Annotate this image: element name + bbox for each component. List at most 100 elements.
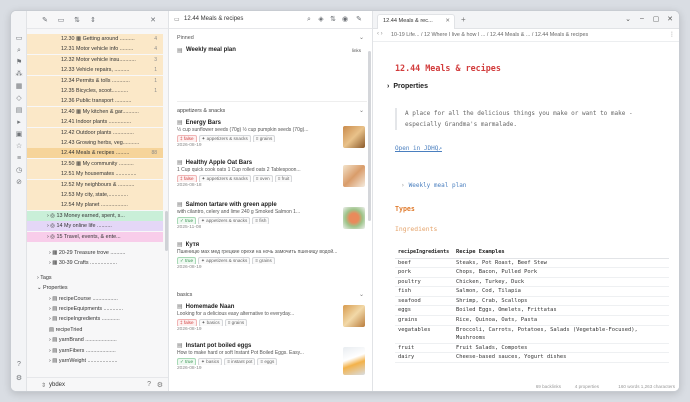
sidebar-tree-item[interactable]: 12.44 Meals & recipes ......... 88 <box>27 148 163 159</box>
sidebar-tree-item[interactable]: 12.53 My city, state,............. <box>27 190 163 200</box>
command-icon[interactable]: ▸ <box>15 119 23 126</box>
note-card[interactable]: ▤ Salmon tartare with green apple with cil… <box>177 201 367 230</box>
back-forward-icon[interactable]: ‹ › <box>377 31 383 37</box>
chevron-down-icon[interactable]: ⌄ <box>359 34 364 41</box>
list-icon[interactable]: ≡ <box>15 155 23 162</box>
new-folder-icon[interactable]: ▭ <box>57 17 65 24</box>
breadcrumb[interactable]: 10-19 Life... / 12 Where I live & how I … <box>391 32 651 38</box>
sidebar-tree-item[interactable]: › ▤ yarnBrand ..................... <box>27 335 163 345</box>
sidebar-tree-item[interactable]: › ▤ yarnFibers .................... <box>27 346 163 356</box>
new-note-icon[interactable]: ✎ <box>41 17 49 24</box>
sidebar-tree-item[interactable]: 12.31 Motor vehicle info ......... 4 <box>27 44 163 55</box>
tag-pill[interactable]: ‡ false <box>177 175 197 182</box>
settings-icon[interactable]: ⚙ <box>15 375 23 382</box>
star-icon[interactable]: ☆ <box>15 143 23 150</box>
sidebar-tree-item[interactable]: 12.42 Outdoor plants .............. <box>27 127 163 138</box>
tag-pill[interactable]: ≡ grains <box>224 319 248 326</box>
minimize-icon[interactable]: – <box>637 15 647 22</box>
sidebar-tree-item[interactable]: 12.40 ▦ My kitchen & gar........... <box>27 106 163 117</box>
collapse-icon[interactable]: ⇕ <box>89 17 97 24</box>
sidebar-tree-item[interactable]: › ◎ 14 My online life .......... <box>27 221 163 232</box>
sidebar-tree-item[interactable]: › ▦ 20-29 Treasure trove .......... <box>27 248 163 258</box>
tab-list-icon[interactable]: ⌄ <box>623 15 633 23</box>
eye-icon[interactable]: ◉ <box>341 16 349 24</box>
sidebar-tree-item[interactable]: › ◎ 13 Money earned, spent, s... <box>27 210 163 221</box>
tag-pill[interactable]: ‡ false <box>177 319 197 326</box>
tag-pill[interactable]: ✦ basics <box>198 319 223 326</box>
chevron-down-icon[interactable]: ⌄ <box>359 107 364 114</box>
sidebar-tree-item[interactable]: 12.51 My housemates .............. <box>27 169 163 180</box>
tag-pill[interactable]: ✦ basics <box>198 358 223 365</box>
search-icon[interactable]: ⌕ <box>305 16 313 24</box>
graph-icon[interactable]: ⁂ <box>15 71 23 78</box>
tag-pill[interactable]: ≡ grains <box>252 135 276 142</box>
calendar-icon[interactable]: ▤ <box>15 107 23 114</box>
more-options-icon[interactable]: ⋮ <box>669 31 675 38</box>
backlinks-count[interactable]: 69 backlinks <box>536 384 561 389</box>
sidebar-tree-item[interactable]: 12.36 Public transport ........... <box>27 96 163 107</box>
new-tab-icon[interactable]: + <box>461 15 466 24</box>
note-card[interactable]: ▤ Instant pot boiled eggs How to make hard… <box>177 342 367 371</box>
bookmark-icon[interactable]: ⚑ <box>15 59 23 66</box>
sidebar-tree-item[interactable]: 12.33 Vehicle repairs, .......... 1 <box>27 65 163 76</box>
note-card[interactable]: ▤ Healthy Apple Oat Bars 1 Cup quick cook … <box>177 159 367 188</box>
sidebar-tree-item[interactable]: › ▤ yarnWeight .................... <box>27 356 163 366</box>
tag-pill[interactable]: ✦ appetizers & snacks <box>198 135 251 142</box>
note-card[interactable]: ▤ Energy Bars ½ cup sunflower seeds (70g) … <box>177 119 367 148</box>
tag-icon[interactable]: ◇ <box>15 95 23 102</box>
sidebar-tree-item[interactable]: › ▤ recipeEquipments ............. <box>27 304 163 314</box>
clock-icon[interactable]: ◷ <box>15 167 23 174</box>
properties-header[interactable]: › Properties <box>387 83 428 90</box>
tag-pill[interactable]: ✦ appetizers & snacks <box>198 257 251 264</box>
sidebar-tree-item[interactable]: › ▤ recipeIngredients ............ <box>27 314 163 324</box>
sidebar-tree-item[interactable]: › Tags <box>27 273 163 283</box>
tag-pill[interactable]: ✓ true <box>177 358 197 365</box>
canvas-icon[interactable]: ▦ <box>15 83 23 90</box>
help-icon[interactable]: ? <box>15 361 23 368</box>
weekly-meal-plan-link[interactable]: › Weekly meal plan <box>401 182 466 189</box>
sort-icon[interactable]: ⇅ <box>329 16 337 24</box>
tag-pill[interactable]: ≡ fruit <box>274 175 293 182</box>
tag-pill[interactable]: ✦ appetizers & snacks <box>198 175 251 182</box>
sidebar-tree-item[interactable]: 12.30 ▦ Getting around .......... 4 <box>27 34 163 44</box>
search-icon[interactable]: ⌕ <box>15 47 23 54</box>
open-in-jdhq-link[interactable]: Open in JDHQ↗ <box>395 145 442 152</box>
sidebar-tree-item[interactable]: › ▤ recipeCourse ................. <box>27 294 163 304</box>
sidebar-tree-item[interactable]: 12.41 Indoor plants ............... <box>27 117 163 128</box>
tab-meals-recipes[interactable]: 12.44 Meals & rec... ✕ <box>377 14 455 29</box>
tag-pill[interactable]: ✦ appetizers & snacks <box>198 217 251 224</box>
window-close-icon[interactable]: ✕ <box>665 15 675 23</box>
new-note-icon[interactable]: ✎ <box>355 16 363 24</box>
note-card[interactable]: ▤ Homemade Naan Looking for a delicious ea… <box>177 303 367 332</box>
sidebar-tree-item[interactable]: ⌄ Properties <box>27 283 163 293</box>
sort-icon[interactable]: ⇅ <box>73 17 81 24</box>
sidebar-tree-item[interactable]: › ◎ 15 Travel, events, & ente... <box>27 231 163 242</box>
close-icon[interactable]: ✕ <box>149 17 157 24</box>
tag-pill[interactable]: ≡ eggs <box>257 358 278 365</box>
sidebar-tree-item[interactable]: 12.34 Permits & tolls ............ 1 <box>27 75 163 86</box>
sidebar-tree-item[interactable]: 12.54 My planet .................. <box>27 200 163 211</box>
sidebar-tree-item[interactable]: 12.52 My neighbours & ........... <box>27 179 163 190</box>
vault-switcher[interactable]: ybdex ⇕ ? ⚙ <box>27 377 168 391</box>
tag-pill[interactable]: ✓ true <box>177 257 197 264</box>
tag-pill[interactable]: ≡ oven <box>252 175 273 182</box>
files-icon[interactable]: ▭ <box>15 35 23 42</box>
sidebar-scrollbar[interactable] <box>165 211 168 251</box>
tag-pill[interactable]: ‡ false <box>177 135 197 142</box>
sidebar-tree-item[interactable]: 12.50 ▦ My community .......... <box>27 158 163 169</box>
sidebar-tree-item[interactable]: 12.35 Bicycles, scoot........... 1 <box>27 86 163 96</box>
template-icon[interactable]: ▣ <box>15 131 23 138</box>
sidebar-tree-item[interactable]: 12.43 Growing herbs, veg........... <box>27 138 163 148</box>
maximize-icon[interactable]: ▢ <box>651 15 661 23</box>
layers-icon[interactable]: ◈ <box>317 16 325 24</box>
pinned-note[interactable]: ▤ Weekly meal plan links <box>177 47 367 57</box>
sidebar-tree-item[interactable]: › ▦ 30-39 Crafts .................. <box>27 258 163 268</box>
sidebar-tree-item[interactable]: ▤ recipeTried <box>27 325 163 335</box>
tag-pill[interactable]: ≡ grains <box>252 257 275 264</box>
note-card[interactable]: ▤ Кутя Пшеницю мах мед грецкие орехи на но… <box>177 241 367 270</box>
close-tab-icon[interactable]: ✕ <box>445 15 450 28</box>
tag-pill[interactable]: ✓ true <box>177 217 197 224</box>
sidebar-tree-item[interactable]: 12.32 Motor vehicle insu........... 3 <box>27 54 163 65</box>
tag-pill[interactable]: ≡ instant pot <box>224 358 256 365</box>
chevron-down-icon[interactable]: ⌄ <box>359 291 364 298</box>
